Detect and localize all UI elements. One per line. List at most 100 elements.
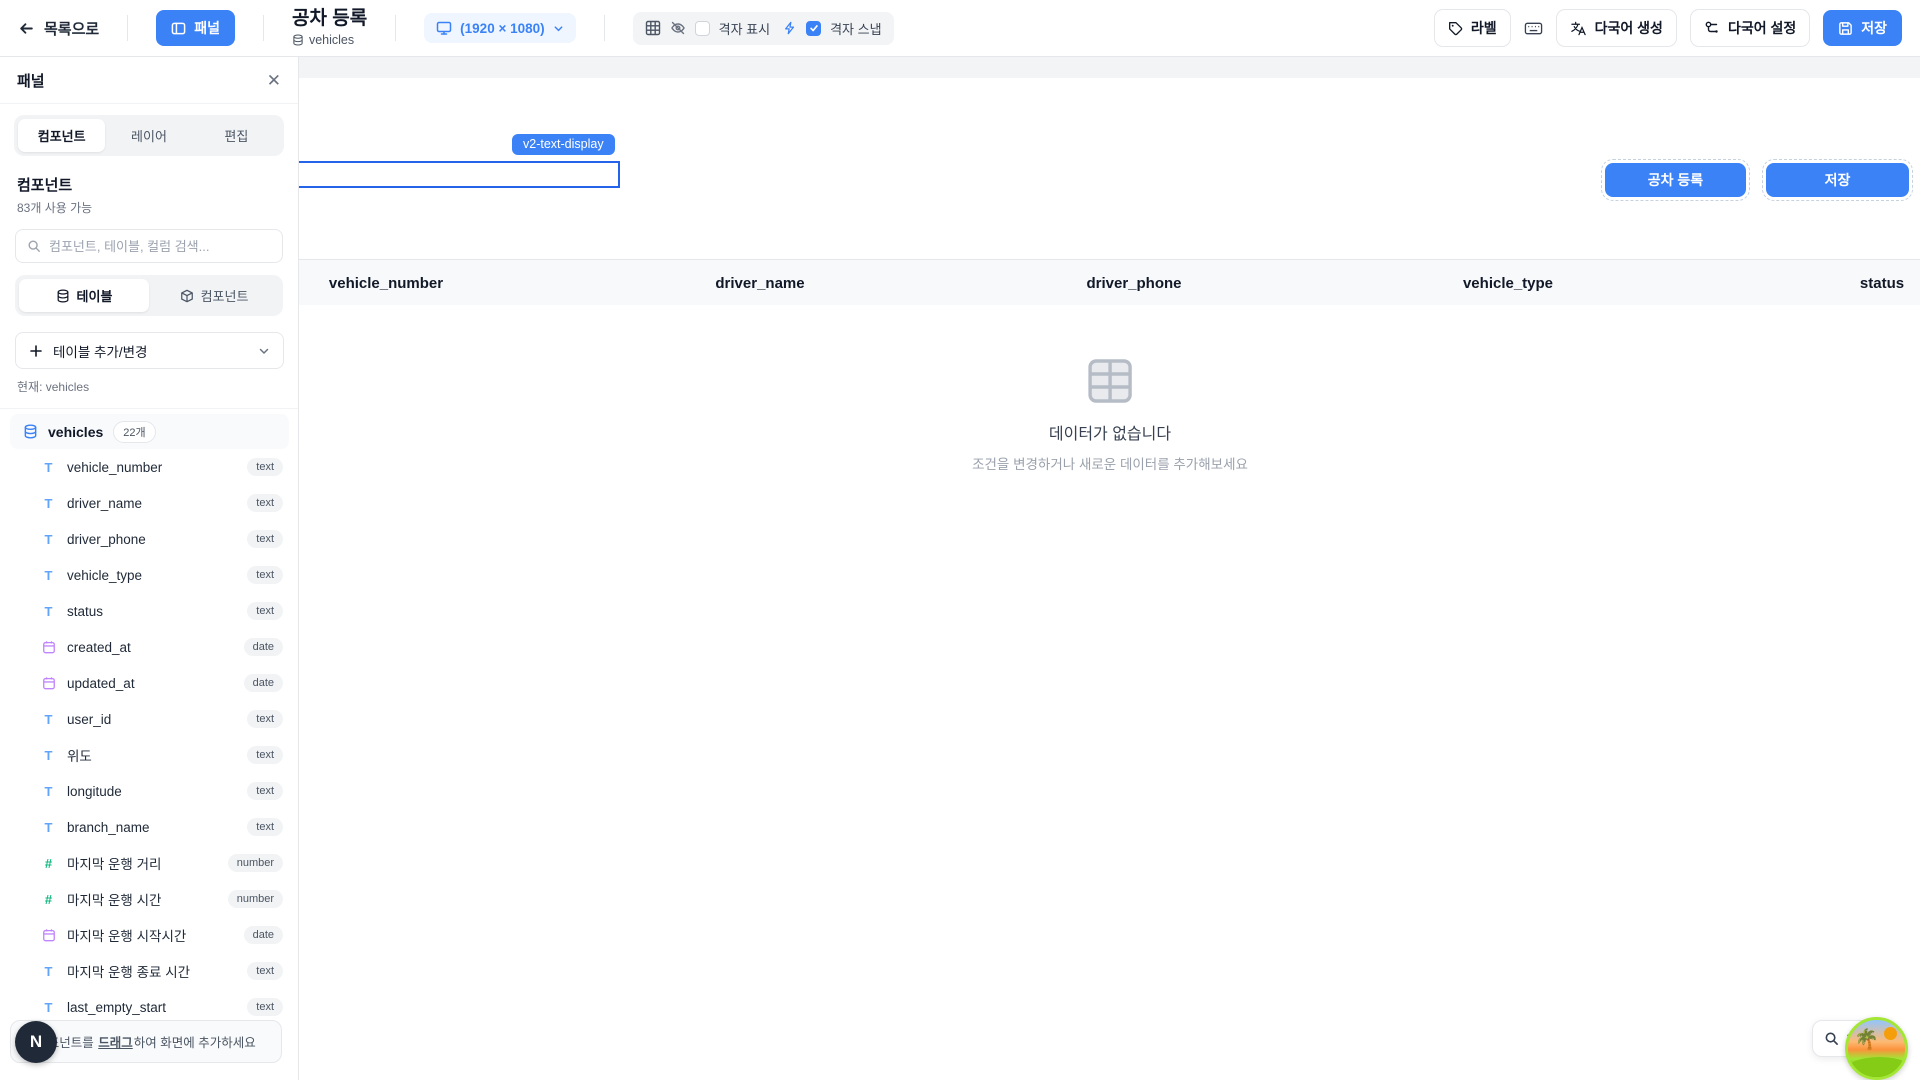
- grid-show-checkbox[interactable]: [695, 21, 710, 36]
- viewport-size-label: (1920 × 1080): [460, 21, 544, 36]
- field-type-icon: #: [41, 892, 56, 907]
- back-to-list-label: 목록으로: [44, 18, 99, 39]
- lightning-icon: [783, 21, 797, 35]
- grid-options-group: 격자 표시 격자 스냅: [633, 12, 894, 45]
- toolbar-divider: [263, 15, 264, 41]
- field-row[interactable]: T longitude text: [0, 773, 299, 809]
- tab-components[interactable]: 컴포넌트: [18, 119, 105, 152]
- field-type-icon: T: [41, 460, 56, 475]
- i18n-generate-button[interactable]: 다국어 생성: [1556, 9, 1677, 47]
- save-button[interactable]: 저장: [1823, 10, 1902, 46]
- components-count: 83개 사용 가능: [17, 199, 281, 216]
- tab-layers[interactable]: 레이어: [105, 119, 192, 152]
- field-row[interactable]: # 마지막 운행 시간 number: [0, 881, 299, 917]
- field-name: 마지막 운행 시간: [67, 889, 217, 909]
- viewport-size-selector[interactable]: (1920 × 1080): [424, 13, 575, 43]
- table-grid-icon: [1084, 355, 1136, 407]
- grid-snap-label: 격자 스냅: [830, 19, 881, 38]
- empty-state: 데이터가 없습니다 조건을 변경하거나 새로운 데이터를 추가해보세요: [972, 355, 1248, 473]
- field-name: branch_name: [67, 820, 236, 835]
- field-type-badge: text: [247, 494, 283, 512]
- chevron-down-icon: [258, 345, 270, 357]
- chevron-down-icon: [553, 23, 564, 34]
- database-icon: [56, 289, 70, 303]
- field-name: 위도: [67, 745, 236, 765]
- app: 목록으로 패널 공차 등록 vehicles: [0, 0, 1920, 1080]
- field-row[interactable]: T driver_name text: [0, 485, 299, 521]
- field-row[interactable]: T vehicle_number text: [0, 449, 299, 485]
- field-row[interactable]: updated_at date: [0, 665, 299, 701]
- left-panel: 패널 ✕ 컴포넌트 레이어 편집 컴포넌트 83개 사용 가능 테이블: [0, 57, 299, 1080]
- field-name: driver_name: [67, 496, 236, 511]
- cube-icon: [180, 289, 194, 303]
- table-header-cell: driver_name: [573, 260, 947, 305]
- table-row-vehicles[interactable]: vehicles 22개: [10, 414, 289, 449]
- translate-icon: [1570, 20, 1587, 37]
- field-row[interactable]: T 마지막 운행 종료 시간 text: [0, 953, 299, 989]
- eye-off-icon: [670, 20, 686, 36]
- save-button-label: 저장: [1861, 18, 1887, 38]
- selected-component-tag: v2-text-display: [512, 134, 615, 155]
- field-row[interactable]: T driver_phone text: [0, 521, 299, 557]
- island-sticker-icon[interactable]: 🌴: [1845, 1017, 1908, 1080]
- field-type-badge: text: [247, 602, 283, 620]
- canvas-save-button[interactable]: 저장: [1766, 163, 1909, 197]
- field-type-badge: text: [247, 782, 283, 800]
- field-type-badge: text: [247, 818, 283, 836]
- field-type-icon: [41, 676, 56, 690]
- database-icon: [292, 34, 304, 46]
- field-type-icon: T: [41, 1000, 56, 1015]
- field-type-badge: text: [247, 746, 283, 764]
- field-name: longitude: [67, 784, 236, 799]
- drag-hint-bold: 드래그: [98, 1036, 133, 1050]
- field-row[interactable]: T status text: [0, 593, 299, 629]
- component-search-input[interactable]: [49, 239, 271, 254]
- page-title: 공차 등록: [292, 8, 367, 30]
- empty-state-subtitle: 조건을 변경하거나 새로운 데이터를 추가해보세요: [972, 453, 1248, 473]
- field-row[interactable]: T 위도 text: [0, 737, 299, 773]
- bound-table-name: vehicles: [309, 33, 354, 47]
- grid-snap-checkbox[interactable]: [806, 21, 821, 36]
- table-field-list: vehicles 22개 T vehicle_number text T dri…: [0, 405, 299, 1025]
- design-canvas[interactable]: v2-text-display 공차 등록 저장 vehicle_numberd…: [299, 57, 1920, 1080]
- label-button-label: 라벨: [1471, 18, 1497, 38]
- field-type-icon: T: [41, 568, 56, 583]
- field-type-badge: number: [228, 854, 283, 872]
- field-row[interactable]: # 마지막 운행 거리 number: [0, 845, 299, 881]
- tag-icon: [1448, 21, 1463, 36]
- field-type-badge: text: [247, 998, 283, 1016]
- field-type-badge: text: [247, 962, 283, 980]
- field-row[interactable]: 마지막 운행 시작시간 date: [0, 917, 299, 953]
- field-type-icon: T: [41, 604, 56, 619]
- selected-text-display-component[interactable]: [299, 161, 620, 188]
- label-button[interactable]: 라벨: [1434, 9, 1511, 47]
- field-name: vehicle_number: [67, 460, 236, 475]
- panel-close-button[interactable]: ✕: [267, 72, 281, 89]
- tab-edit[interactable]: 편집: [193, 119, 280, 152]
- field-type-icon: T: [41, 820, 56, 835]
- field-type-icon: T: [41, 532, 56, 547]
- i18n-settings-button[interactable]: 다국어 설정: [1690, 9, 1810, 47]
- field-row[interactable]: T user_id text: [0, 701, 299, 737]
- back-to-list-button[interactable]: 목록으로: [18, 18, 99, 39]
- mode-tab-components[interactable]: 컴포넌트: [149, 279, 279, 312]
- field-row[interactable]: T vehicle_type text: [0, 557, 299, 593]
- keyboard-shortcuts-button[interactable]: [1524, 19, 1543, 38]
- field-row[interactable]: created_at date: [0, 629, 299, 665]
- register-vehicle-button[interactable]: 공차 등록: [1605, 163, 1746, 197]
- field-type-badge: text: [247, 458, 283, 476]
- mode-tab-tables[interactable]: 테이블: [19, 279, 149, 312]
- components-section-title: 컴포넌트: [17, 174, 281, 195]
- panel-toggle-label: 패널: [194, 18, 220, 38]
- register-vehicle-component: 공차 등록: [1605, 163, 1746, 197]
- i18n-generate-label: 다국어 생성: [1595, 18, 1663, 38]
- table-name: vehicles: [48, 424, 103, 440]
- field-row[interactable]: T branch_name text: [0, 809, 299, 845]
- user-avatar[interactable]: N: [15, 1021, 57, 1063]
- field-type-icon: [41, 640, 56, 654]
- add-change-table-button[interactable]: 테이블 추가/변경: [15, 332, 284, 369]
- field-name: created_at: [67, 640, 233, 655]
- mode-tab-tables-label: 테이블: [77, 286, 113, 305]
- panel-toggle-button[interactable]: 패널: [156, 10, 235, 46]
- canvas-top-gap: [299, 57, 1920, 78]
